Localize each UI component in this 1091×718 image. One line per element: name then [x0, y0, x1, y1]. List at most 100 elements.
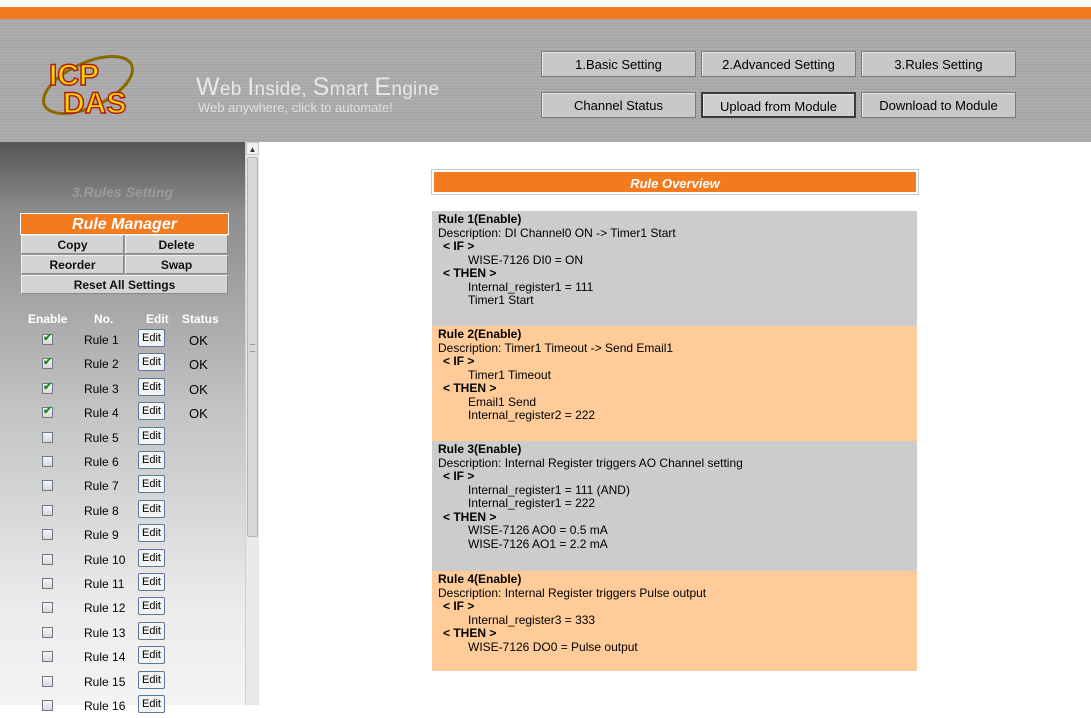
rule-name: Rule 16 [84, 699, 126, 713]
rule-enable-checkbox[interactable] [42, 675, 53, 687]
rule-enable-checkbox[interactable]: ✔ [42, 381, 53, 394]
then-label: < THEN > [443, 509, 497, 524]
rule-name: Rule 4 [84, 406, 119, 421]
rule-enable-checkbox[interactable] [42, 480, 53, 492]
edit-rule-button[interactable]: Edit [138, 695, 165, 713]
edit-rule-button[interactable]: Edit [138, 451, 165, 469]
rule-enable-checkbox[interactable] [42, 700, 53, 711]
condition-item: Internal_register1 = 222 [468, 496, 596, 510]
nav-download-to-module-button[interactable]: Download to Module [861, 92, 1016, 118]
action-item: WISE-7126 AO0 = 0.5 mA [468, 523, 608, 537]
rule-status: OK [189, 357, 208, 373]
rule-overview-title: Rule 4(Enable) [438, 572, 522, 586]
logo-text-bottom: DAS [63, 87, 126, 119]
swap-button[interactable]: Swap [125, 255, 228, 274]
rule-row: Rule 12 Edit [0, 596, 245, 620]
rule-row: ✔ Rule 1 Edit OK [0, 328, 245, 352]
action-item: Internal_register1 = 111 [468, 279, 594, 294]
rule-enable-checkbox[interactable] [42, 553, 53, 565]
rule-enable-checkbox[interactable] [42, 651, 53, 663]
rule-overview-block: Rule 3(Enable) Description: Internal Regi… [432, 441, 917, 571]
if-label: < IF > [443, 599, 475, 613]
condition-item: Internal_register3 = 333 [468, 612, 596, 627]
rule-row: Rule 10 Edit [0, 548, 245, 572]
rule-name: Rule 15 [84, 674, 126, 689]
rule-enable-checkbox[interactable] [42, 431, 53, 443]
rule-status: OK [189, 381, 208, 397]
rule-row: Rule 14 Edit [0, 645, 245, 669]
rule-name: Rule 14 [84, 650, 126, 665]
nav-upload-from-module-button[interactable]: Upload from Module [701, 92, 856, 118]
edit-rule-button[interactable]: Edit [138, 524, 165, 543]
rule-description: Description: DI Channel0 ON -> Timer1 St… [438, 225, 676, 240]
sidebar: 3.Rules Setting Rule Manager Copy Delete… [0, 142, 245, 713]
rule-row: Rule 8 Edit [0, 499, 245, 523]
edit-rule-button[interactable]: Edit [138, 329, 165, 347]
nav-rules-setting-button[interactable]: 3.Rules Setting [861, 51, 1016, 77]
rule-name: Rule 7 [84, 479, 119, 494]
rule-description: Description: Internal Register triggers … [438, 455, 743, 470]
copy-button[interactable]: Copy [21, 235, 124, 254]
checkmark-icon: ✔ [43, 356, 53, 369]
rule-row: Rule 15 Edit [0, 670, 245, 694]
rule-overview-block: Rule 1(Enable) Description: DI Channel0 O… [432, 211, 917, 326]
action-item: Timer1 Start [468, 293, 534, 307]
scroll-up-arrow-icon[interactable]: ▲ [246, 142, 259, 155]
rule-enable-checkbox[interactable] [42, 456, 53, 467]
rule-overview-block: Rule 2(Enable) Description: Timer1 Timeou… [432, 326, 917, 441]
rule-name: Rule 9 [84, 528, 119, 543]
if-label: < IF > [443, 239, 475, 253]
action-item: Internal_register2 = 222 [468, 408, 596, 422]
reset-all-settings-button[interactable]: Reset All Settings [21, 275, 228, 294]
rule-name: Rule 11 [84, 577, 125, 591]
if-label: < IF > [443, 469, 475, 483]
nav-basic-setting-button[interactable]: 1.Basic Setting [541, 51, 696, 77]
nav-channel-status-button[interactable]: Channel Status [541, 92, 696, 118]
rule-name: Rule 3 [84, 381, 119, 396]
scrollbar-grip-icon [250, 344, 255, 352]
rule-enable-checkbox[interactable]: ✔ [42, 405, 53, 419]
checkmark-icon: ✔ [43, 332, 53, 344]
rule-status: OK [189, 333, 208, 348]
edit-rule-button[interactable]: Edit [138, 548, 165, 567]
rule-enable-checkbox[interactable]: ✔ [42, 356, 53, 370]
rule-name: Rule 10 [84, 552, 126, 567]
rule-name: Rule 2 [84, 357, 119, 372]
rule-row: Rule 6 Edit [0, 450, 245, 474]
edit-rule-button[interactable]: Edit [138, 377, 165, 396]
rule-name: Rule 13 [84, 625, 126, 640]
subtagline: Web anywhere, click to automate! [198, 100, 393, 115]
edit-rule-button[interactable]: Edit [138, 670, 165, 689]
delete-button[interactable]: Delete [125, 235, 228, 254]
edit-rule-button[interactable]: Edit [138, 597, 165, 616]
rule-description: Description: Internal Register triggers … [438, 585, 707, 600]
rule-enable-checkbox[interactable] [42, 529, 53, 541]
icpdas-logo: ICP DAS [42, 55, 134, 119]
condition-item: Internal_register1 = 111 (AND) [468, 482, 630, 497]
nav-advanced-setting-button[interactable]: 2.Advanced Setting [701, 51, 856, 77]
edit-rule-button[interactable]: Edit [138, 646, 165, 665]
edit-rule-button[interactable]: Edit [138, 573, 165, 591]
then-label: < THEN > [443, 381, 497, 395]
column-edit: Edit [146, 312, 169, 326]
action-item: WISE-7126 DO0 = Pulse output [468, 639, 638, 654]
edit-rule-button[interactable]: Edit [138, 499, 165, 518]
rule-enable-checkbox[interactable] [42, 602, 53, 614]
sidebar-scrollbar[interactable]: ▲ [245, 142, 259, 705]
rule-name: Rule 1 [84, 333, 119, 347]
rule-description: Description: Timer1 Timeout -> Send Emai… [438, 340, 674, 355]
edit-rule-button[interactable]: Edit [138, 621, 165, 640]
edit-rule-button[interactable]: Edit [138, 402, 165, 421]
edit-rule-button[interactable]: Edit [138, 426, 165, 445]
rule-enable-checkbox[interactable]: ✔ [42, 332, 53, 345]
edit-rule-button[interactable]: Edit [138, 475, 165, 494]
rule-enable-checkbox[interactable] [42, 504, 53, 516]
rule-enable-checkbox[interactable] [42, 626, 53, 638]
rule-enable-checkbox[interactable] [42, 578, 53, 589]
top-accent-bar [0, 7, 1091, 19]
edit-rule-button[interactable]: Edit [138, 353, 165, 372]
reorder-button[interactable]: Reorder [21, 255, 124, 274]
scrollbar-thumb[interactable] [247, 157, 258, 537]
then-label: < THEN > [443, 266, 497, 280]
rule-row: Rule 7 Edit [0, 474, 245, 498]
